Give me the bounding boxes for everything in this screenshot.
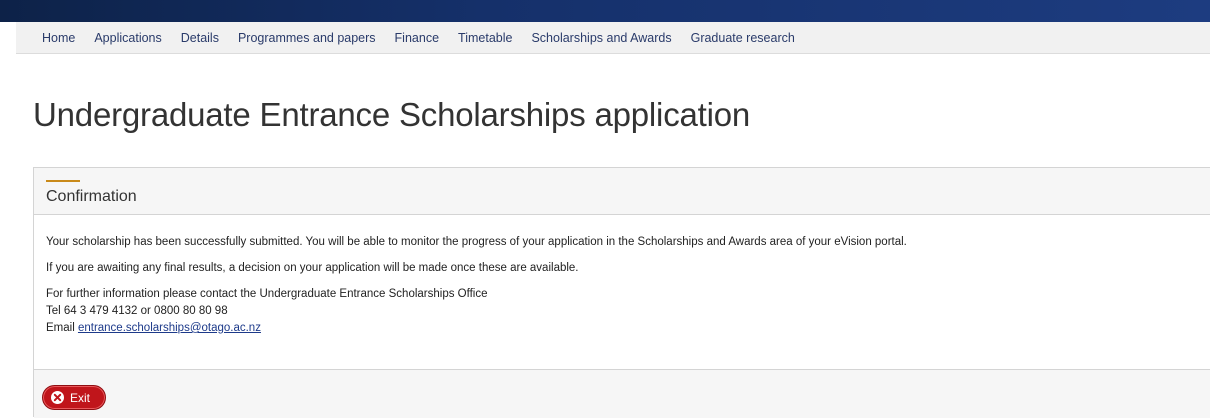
nav-item-finance[interactable]: Finance [395, 31, 439, 45]
confirmation-panel: Confirmation Your scholarship has been s… [33, 167, 1210, 418]
exit-button[interactable]: Exit [42, 385, 106, 410]
nav-item-programmes-and-papers[interactable]: Programmes and papers [238, 31, 376, 45]
panel-accent-line [46, 180, 80, 182]
nav-item-scholarships-and-awards[interactable]: Scholarships and Awards [531, 31, 671, 45]
nav-item-timetable[interactable]: Timetable [458, 31, 512, 45]
nav-item-applications[interactable]: Applications [94, 31, 161, 45]
panel-footer: Exit [34, 370, 1210, 418]
contact-block: For further information please contact t… [46, 286, 1210, 337]
tel-line: Tel 64 3 479 4132 or 0800 80 80 98 [46, 305, 228, 317]
panel-body: Your scholarship has been successfully s… [34, 215, 1210, 370]
main-nav: Home Applications Details Programmes and… [16, 22, 1210, 54]
page-title: Undergraduate Entrance Scholarships appl… [33, 96, 751, 133]
confirmation-message: Your scholarship has been successfully s… [46, 236, 907, 248]
close-circle-icon [51, 391, 64, 404]
email-line: Email entrance.scholarships@otago.ac.nz [46, 320, 1210, 337]
email-link[interactable]: entrance.scholarships@otago.ac.nz [78, 322, 261, 334]
nav-item-home[interactable]: Home [42, 31, 75, 45]
exit-button-label: Exit [70, 390, 91, 405]
email-prefix: Email [46, 322, 78, 334]
panel-header: Confirmation [34, 168, 1210, 215]
results-message: If you are awaiting any final results, a… [46, 262, 579, 274]
top-brand-bar [0, 0, 1210, 22]
contact-line: For further information please contact t… [46, 288, 488, 300]
nav-item-details[interactable]: Details [181, 31, 219, 45]
nav-item-graduate-research[interactable]: Graduate research [691, 31, 795, 45]
panel-title: Confirmation [46, 188, 137, 205]
